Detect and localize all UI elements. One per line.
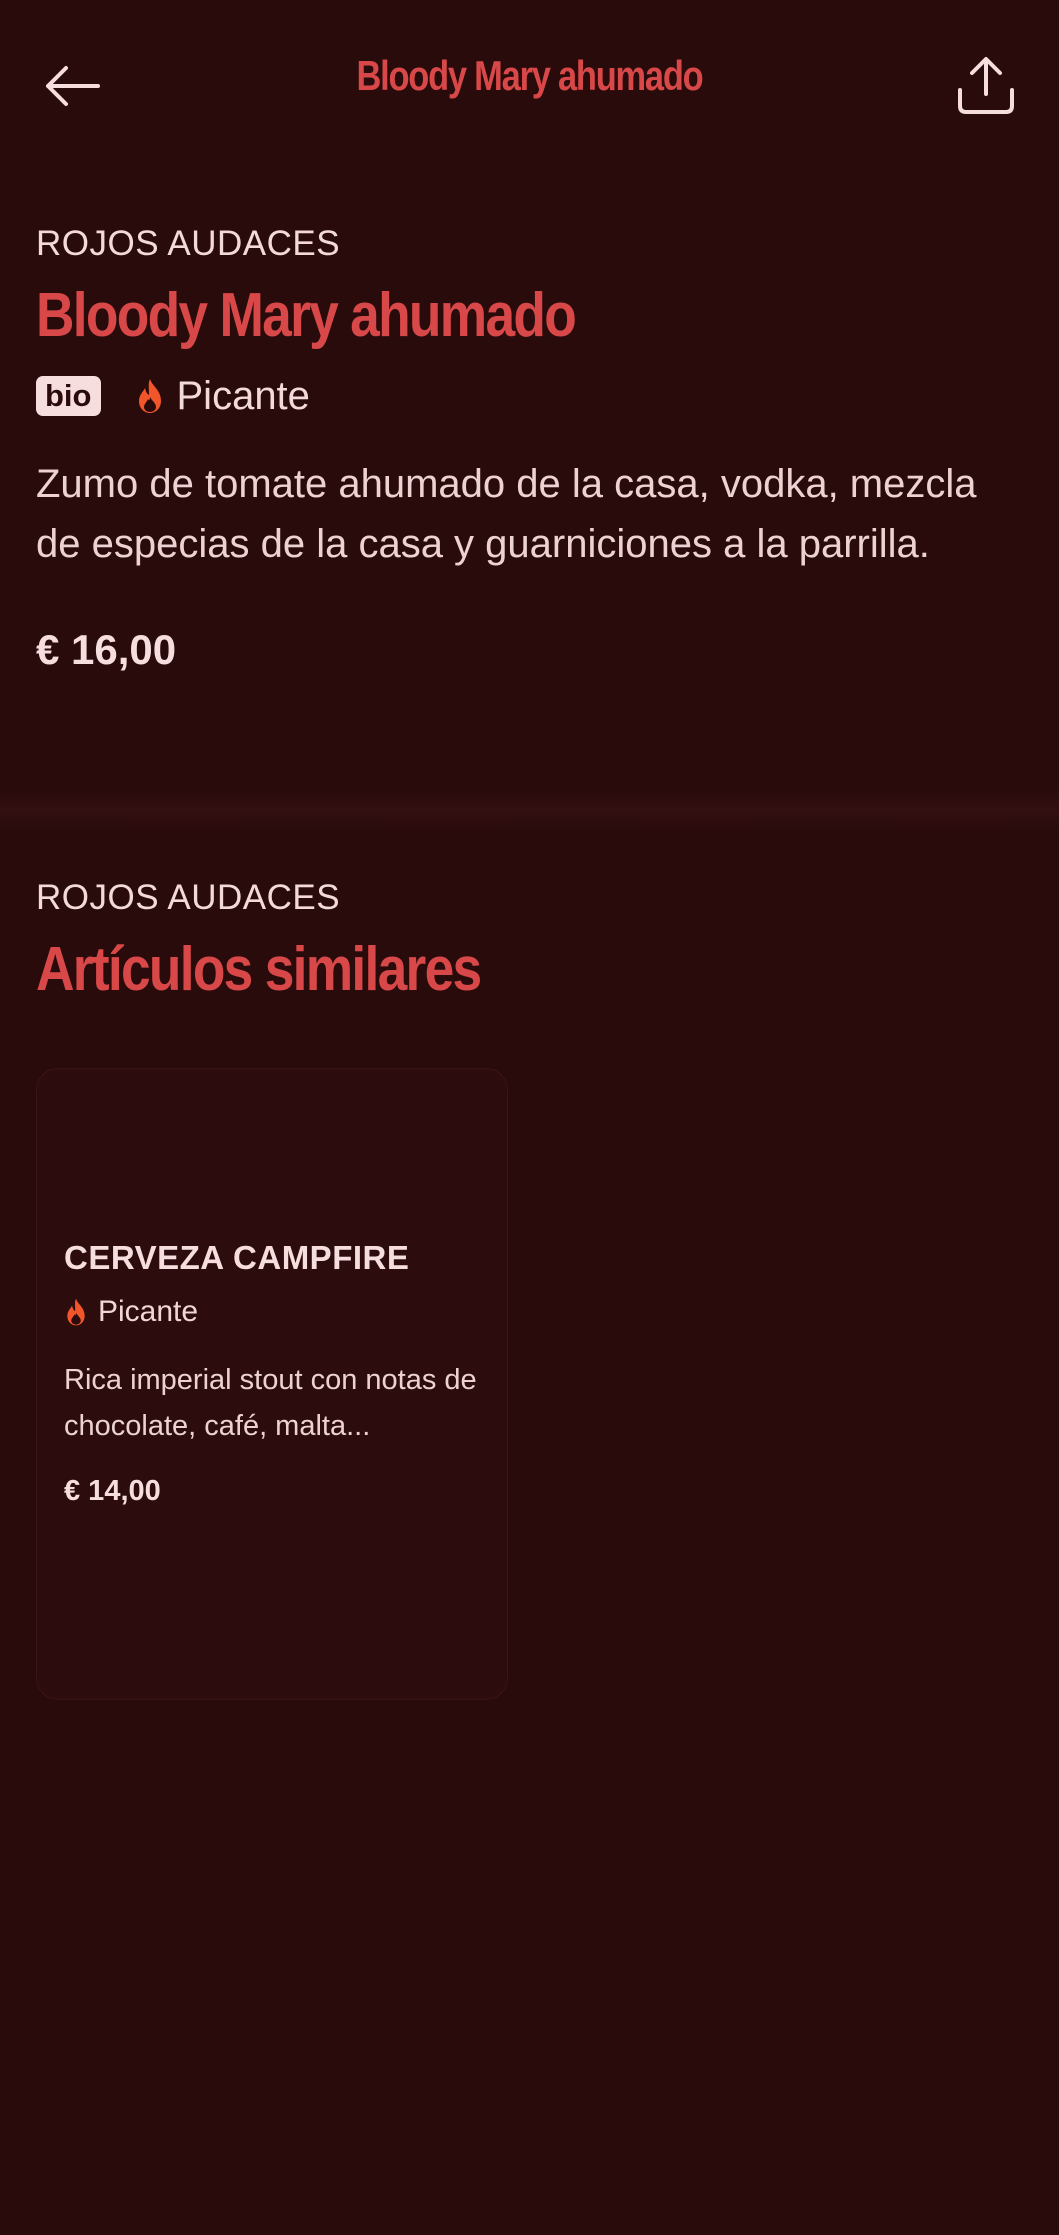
- card-spicy-label: Picante: [98, 1295, 199, 1328]
- top-bar: Bloody Mary ahumado: [0, 0, 1059, 170]
- section-divider: [0, 790, 1059, 830]
- bio-badge: bio: [36, 376, 101, 416]
- product-description: Zumo de tomate ahumado de la casa, vodka…: [36, 462, 977, 566]
- product-category: ROJOS AUDACES: [36, 224, 341, 263]
- similar-items-section: ROJOS AUDACES Artículos similares: [36, 876, 1026, 1006]
- flame-icon: [67, 1298, 85, 1326]
- product-details: ROJOS AUDACES Bloody Mary ahumado bio Pi…: [36, 222, 1026, 674]
- similar-item-card[interactable]: CERVEZA CAMPFIRE Picante Rica imperial s…: [36, 1068, 508, 1700]
- card-spicy-tag: Picante: [64, 1295, 484, 1329]
- card-title: CERVEZA CAMPFIRE: [64, 1239, 410, 1276]
- share-button[interactable]: [948, 48, 1024, 124]
- similar-title: Artículos similares: [36, 935, 482, 1004]
- share-icon: [958, 57, 1014, 114]
- product-title: Bloody Mary ahumado: [36, 281, 577, 350]
- flame-icon: [138, 379, 161, 413]
- arrow-left-icon: [46, 66, 100, 106]
- card-body: CERVEZA CAMPFIRE Picante Rica imperial s…: [64, 1239, 484, 1508]
- product-price: € 16,00: [36, 626, 177, 673]
- card-price: € 14,00: [64, 1475, 161, 1507]
- similar-category: ROJOS AUDACES: [36, 878, 341, 917]
- spicy-tag: Picante: [135, 374, 310, 419]
- back-button[interactable]: [36, 50, 108, 122]
- card-description: Rica imperial stout con notas de chocola…: [64, 1364, 477, 1442]
- spicy-label: Picante: [176, 373, 310, 418]
- product-tags: bio Picante: [36, 372, 1026, 420]
- header-title: Bloody Mary ahumado: [356, 52, 704, 99]
